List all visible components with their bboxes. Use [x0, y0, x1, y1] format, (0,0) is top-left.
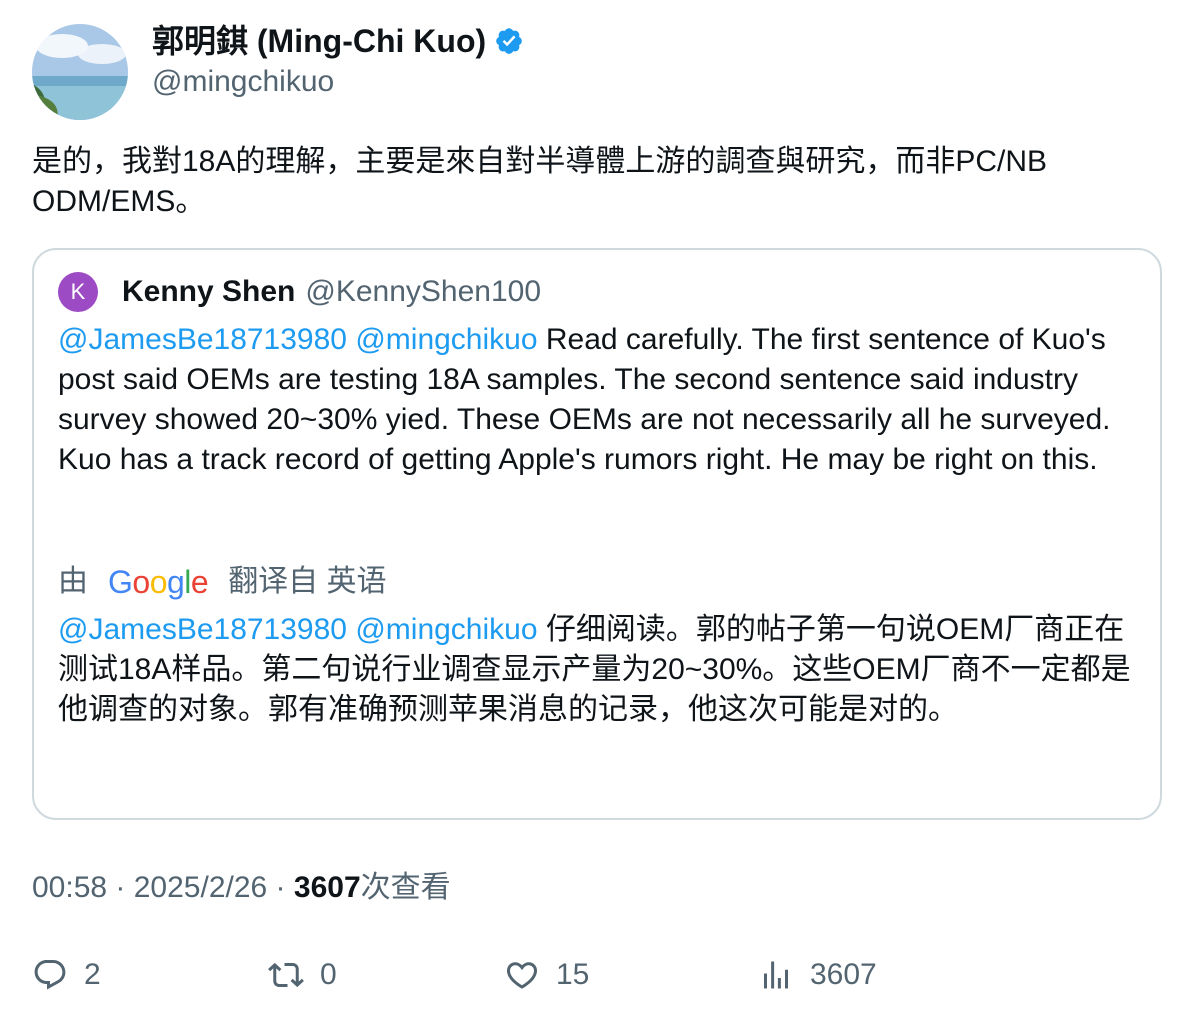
- quoted-tweet-header: K Kenny Shen @KennyShen100: [58, 272, 541, 312]
- author-display-name[interactable]: 郭明錤 (Ming-Chi Kuo): [152, 20, 486, 62]
- tweet-text: 是的，我對18A的理解，主要是來自對半導體上游的調查與研究，而非PC/NB OD…: [32, 145, 1048, 218]
- mention-link[interactable]: @mingchikuo: [355, 323, 537, 356]
- translation-attribution: 由 Google 翻译自 英语: [58, 562, 387, 602]
- reply-icon: [34, 960, 66, 990]
- google-logo: Google: [108, 564, 209, 600]
- views-icon: [764, 961, 788, 989]
- views-button[interactable]: 3607: [758, 955, 877, 995]
- quoted-tweet[interactable]: K Kenny Shen @KennyShen100 @JamesBe18713…: [32, 248, 1162, 820]
- retweet-icon: [268, 962, 304, 988]
- avatar-image: [32, 24, 128, 120]
- quoted-author-name[interactable]: Kenny Shen: [122, 272, 295, 312]
- author-avatar[interactable]: [32, 24, 128, 120]
- action-bar: 2 0 15 3607: [32, 955, 1162, 999]
- tweet-time[interactable]: 00:58: [32, 871, 107, 904]
- like-button[interactable]: 15: [504, 955, 589, 995]
- like-icon: [506, 962, 538, 989]
- author-name-row: 郭明錤 (Ming-Chi Kuo): [152, 20, 524, 62]
- translate-suffix: 翻译自 英语: [228, 565, 387, 598]
- separator: ·: [267, 871, 294, 904]
- view-label: 次查看: [360, 871, 451, 904]
- mention-link[interactable]: @JamesBe18713980: [58, 323, 347, 356]
- reply-button[interactable]: 2: [32, 955, 101, 995]
- reply-count: 2: [84, 958, 101, 991]
- mention-link[interactable]: @JamesBe18713980: [58, 613, 347, 646]
- verified-badge-icon: [494, 26, 524, 56]
- retweet-count: 0: [320, 958, 337, 991]
- mention-link[interactable]: @mingchikuo: [355, 613, 537, 646]
- quoted-tweet-text: @JamesBe18713980 @mingchikuo Read carefu…: [58, 320, 1138, 480]
- tweet-date[interactable]: 2025/2/26: [134, 871, 267, 904]
- separator: ·: [107, 871, 134, 904]
- tweet-meta: 00:58 · 2025/2/26 · 3607次查看: [32, 868, 451, 908]
- author-handle[interactable]: @mingchikuo: [152, 62, 334, 102]
- like-count: 15: [556, 958, 590, 991]
- views-count: 3607: [810, 958, 877, 991]
- quoted-author-avatar[interactable]: K: [58, 272, 98, 312]
- translated-text: @JamesBe18713980 @mingchikuo 仔细阅读。郭的帖子第一…: [58, 610, 1138, 730]
- quoted-author-handle[interactable]: @KennyShen100: [305, 272, 541, 312]
- translate-prefix: 由: [58, 565, 88, 598]
- view-count: 3607: [293, 871, 361, 904]
- retweet-button[interactable]: 0: [268, 955, 337, 995]
